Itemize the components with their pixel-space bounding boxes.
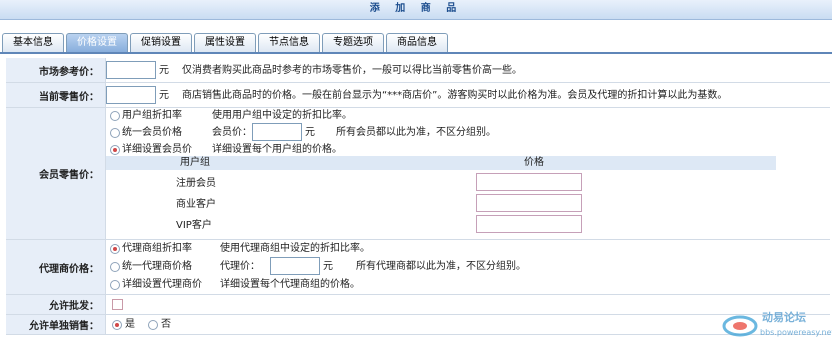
- forum-watermark-name: 动易论坛: [762, 311, 806, 324]
- forum-watermark: 动易论坛 bbs.powereasy.net: [722, 306, 832, 342]
- forum-watermark-url: bbs.powereasy.net: [760, 328, 832, 337]
- market-price-input[interactable]: [106, 61, 156, 79]
- retail-price-label: 当前零售价：: [6, 83, 106, 107]
- wholesale-checkbox[interactable]: [112, 299, 123, 310]
- member-option-unified-label: 统一会员价格: [122, 127, 182, 138]
- retail-price-input[interactable]: [106, 86, 156, 104]
- member-option-group-discount-radio[interactable]: [110, 111, 120, 121]
- agent-price-label: 代理商价格：: [6, 240, 106, 294]
- tab-product-info[interactable]: 商品信息: [386, 33, 448, 52]
- market-price-unit: 元: [159, 65, 169, 76]
- market-price-hint: 仅消费者购买此商品时参考的市场零售价，一般可以得比当前零售价高一些。: [182, 65, 522, 76]
- group-price-input-vip[interactable]: [476, 215, 582, 233]
- tab-promotion[interactable]: 促销设置: [130, 33, 192, 52]
- wholesale-row: 允许批发：: [6, 295, 830, 315]
- agent-option-unified-desc: 所有代理商都以此为准，不区分组别。: [356, 261, 526, 272]
- member-option-detailed-radio[interactable]: [110, 145, 120, 155]
- page-title: 添 加 商 品: [0, 0, 832, 20]
- single-sale-no-radio[interactable]: [148, 320, 158, 330]
- agent-option-group-discount-radio[interactable]: [110, 244, 120, 254]
- member-price-input[interactable]: [252, 123, 302, 141]
- agent-option-group-discount-desc: 使用代理商组中设定的折扣比率。: [220, 243, 370, 254]
- single-sale-row: 允许单独销售： 是 否: [6, 315, 830, 335]
- member-option-group-discount-label: 用户组折扣率: [122, 110, 182, 121]
- price-column-header: 价格: [524, 157, 544, 168]
- member-option-detailed-desc: 详细设置每个用户组的价格。: [212, 144, 342, 155]
- member-option-unified-radio[interactable]: [110, 128, 120, 138]
- tab-bar: 基本信息 价格设置 促销设置 属性设置 节点信息 专题选项 商品信息: [2, 33, 450, 52]
- market-price-row: 市场参考价： 元 仅消费者购买此商品时参考的市场零售价，一般可以得比当前零售价高…: [6, 58, 830, 83]
- group-column-header: 用户组: [180, 157, 210, 168]
- single-sale-no-label: 否: [161, 319, 171, 330]
- group-price-input-registered[interactable]: [476, 173, 582, 191]
- member-price-field-label: 会员价：: [212, 127, 252, 138]
- agent-option-group-discount-label: 代理商组折扣率: [122, 243, 192, 254]
- group-name-registered: 注册会员: [176, 178, 216, 189]
- member-price-row: 会员零售价： 用户组折扣率 使用用户组中设定的折扣比率。 统一会员价格 会员价：…: [6, 108, 830, 240]
- tab-underline: [0, 52, 832, 54]
- agent-option-unified-radio[interactable]: [110, 262, 120, 272]
- single-sale-yes-radio[interactable]: [112, 320, 122, 330]
- member-option-unified-desc: 所有会员都以此为准，不区分组别。: [336, 127, 496, 138]
- retail-price-hint: 商店销售此商品时的价格。一般在前台显示为“***商店价”。游客购买时以此价格为准…: [182, 90, 728, 101]
- agent-price-input[interactable]: [270, 257, 320, 275]
- member-option-detailed-label: 详细设置会员价: [122, 144, 192, 155]
- agent-price-unit: 元: [323, 261, 333, 272]
- wholesale-label: 允许批发：: [6, 295, 106, 314]
- agent-option-unified-label: 统一代理商价格: [122, 261, 192, 272]
- agent-price-field-label: 代理价：: [220, 261, 260, 272]
- agent-price-row: 代理商价格： 代理商组折扣率 使用代理商组中设定的折扣比率。 统一代理商价格 代…: [6, 240, 830, 295]
- tab-special-options[interactable]: 专题选项: [322, 33, 384, 52]
- agent-option-detailed-radio[interactable]: [110, 280, 120, 290]
- group-name-vip: VIP客户: [176, 220, 212, 231]
- single-sale-label: 允许单独销售：: [6, 315, 106, 334]
- group-price-input-business[interactable]: [476, 194, 582, 212]
- tab-attributes[interactable]: 属性设置: [194, 33, 256, 52]
- market-price-label: 市场参考价：: [6, 58, 106, 82]
- agent-option-detailed-desc: 详细设置每个代理商组的价格。: [220, 279, 360, 290]
- member-group-table-header: 用户组 价格: [106, 156, 776, 170]
- group-name-business: 商业客户: [176, 199, 216, 210]
- member-option-group-discount-desc: 使用用户组中设定的折扣比率。: [212, 110, 352, 121]
- member-price-label: 会员零售价：: [6, 108, 106, 239]
- member-price-unit: 元: [305, 127, 315, 138]
- tab-price-settings[interactable]: 价格设置: [66, 33, 128, 52]
- tab-basic-info[interactable]: 基本信息: [2, 33, 64, 52]
- tab-node-info[interactable]: 节点信息: [258, 33, 320, 52]
- retail-price-row: 当前零售价： 元 商店销售此商品时的价格。一般在前台显示为“***商店价”。游客…: [6, 83, 830, 108]
- single-sale-yes-label: 是: [125, 319, 135, 330]
- retail-price-unit: 元: [159, 90, 169, 101]
- agent-option-detailed-label: 详细设置代理商价: [122, 279, 202, 290]
